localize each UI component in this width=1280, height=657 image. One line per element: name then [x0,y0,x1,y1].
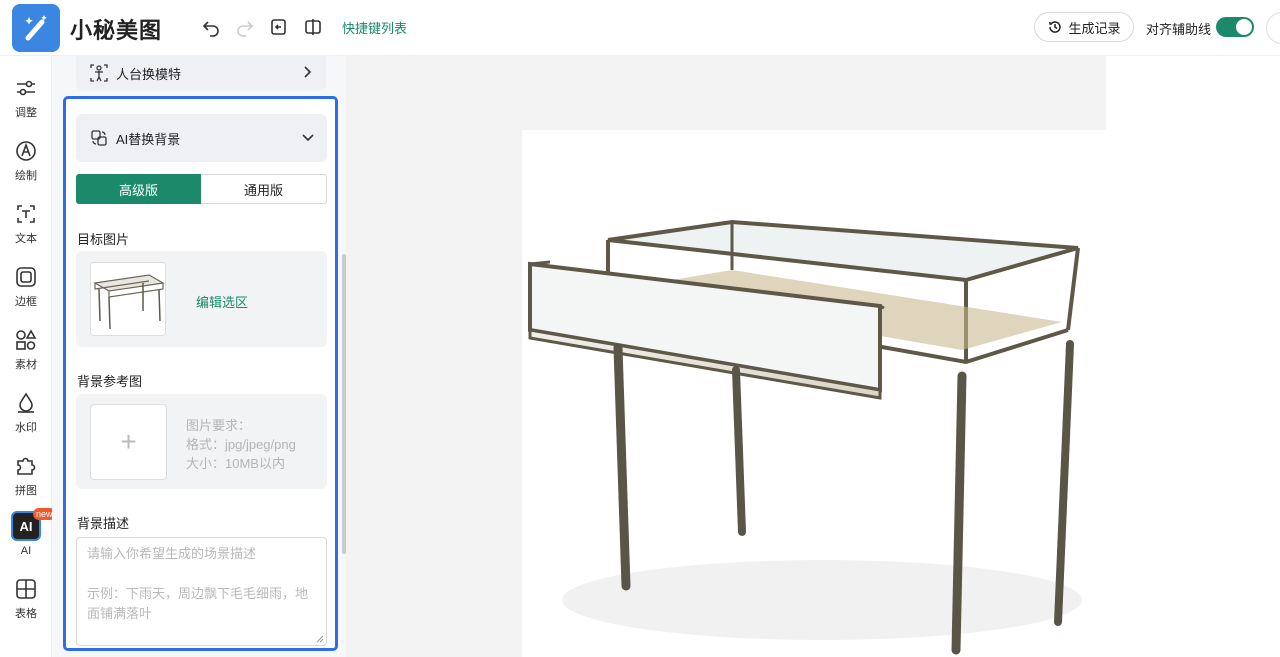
nav-item-frame[interactable]: 边框 [0,265,52,317]
nav-item-draw[interactable]: 绘制 [0,139,52,191]
frame-icon [16,267,36,287]
requirements-format: 格式：jpg/jpeg/png [186,437,296,452]
text-icon [17,205,35,223]
shortcut-list-link[interactable]: 快捷键列表 [342,18,407,37]
account-button[interactable] [1266,12,1280,44]
left-nav: 调整 绘制 文本 边框 素材 水印 拼图 AI new AI 表格 [0,56,56,657]
history-icon [1049,21,1062,33]
target-image-thumbnail[interactable] [90,262,166,336]
table-thumbnail-image [91,263,165,335]
table-icon [16,579,36,599]
canvas-right-margin [1106,56,1280,657]
shapes-icon [16,329,37,350]
bg-description-label: 背景描述 [77,516,130,531]
nav-item-collage[interactable]: 拼图 [0,454,52,506]
compare-icon [305,19,321,35]
chevron-right-icon [304,66,312,78]
replace-bg-icon [91,130,107,146]
undo-button[interactable] [200,16,222,38]
chevron-down-icon [302,134,314,142]
edit-selection-link[interactable]: 编辑选区 [196,292,248,311]
resize-handle-icon[interactable] [316,635,324,643]
bg-reference-label: 背景参考图 [77,374,143,389]
nav-item-adjust[interactable]: 调整 [0,76,52,128]
display-table-image [522,130,1106,657]
app-name: 小秘美图 [70,18,163,43]
nav-label: 边框 [15,296,37,308]
target-image-label: 目标图片 [77,232,130,247]
nav-label: 文本 [15,233,37,245]
compare-button[interactable] [302,16,324,38]
redo-icon [237,21,254,37]
nav-item-text[interactable]: 文本 [0,202,52,254]
sliders-icon [17,80,35,96]
tab-advanced[interactable]: 高级版 [76,174,201,204]
nav-label: 调整 [15,107,37,119]
history-button-label: 生成记录 [1068,20,1121,36]
model-row-label: 人台换模特 [116,66,182,82]
canvas-image[interactable] [522,130,1106,657]
ai-replace-bg-header[interactable]: AI替换背景 [76,114,327,162]
magic-wand-icon [25,15,47,41]
app-logo[interactable] [12,4,60,52]
section-title: AI替换背景 [116,131,181,147]
undo-icon [202,21,219,37]
nav-item-assets[interactable]: 素材 [0,328,52,380]
generation-history-button[interactable]: 生成记录 [1034,12,1134,42]
toggle-knob [1236,19,1252,35]
redo-button[interactable] [234,16,256,38]
nav-label: 表格 [15,608,37,620]
nav-label: 素材 [15,359,37,371]
top-toolbar: 小秘美图 快捷键列表 生成记录 对齐辅助线 [0,0,1280,56]
restore-icon [271,19,286,35]
restore-button[interactable] [268,16,290,38]
requirements-title: 图片要求： [186,418,252,433]
nav-label: AI [20,545,32,557]
align-guides-toggle[interactable] [1216,17,1254,37]
desc-placeholder: 请输入你希望生成的场景描述 [87,546,257,561]
nav-label: 绘制 [15,170,37,182]
desc-example: 示例：下雨天，周边飘下毛毛细雨，地面铺满落叶 [87,586,309,621]
nav-item-watermark[interactable]: 水印 [0,391,52,443]
bg-description-textarea[interactable]: 请输入你希望生成的场景描述 示例：下雨天，周边飘下毛毛细雨，地面铺满落叶 [76,537,327,646]
upload-reference-button[interactable]: + [90,404,167,480]
mannequin-to-model-row[interactable]: 人台换模特 [76,56,326,90]
drop-icon [18,392,34,413]
align-guides-label: 对齐辅助线 [1146,22,1212,37]
pen-icon [16,141,36,161]
puzzle-icon [17,457,36,475]
tab-general[interactable]: 通用版 [201,174,327,204]
nav-item-ai[interactable]: AI new AI [0,508,56,563]
nav-label: 拼图 [15,485,37,497]
nav-label: 水印 [15,422,37,434]
nav-item-table[interactable]: 表格 [0,577,52,629]
mannequin-icon [90,64,108,82]
requirements-size: 大小：10MB以内 [186,456,285,471]
